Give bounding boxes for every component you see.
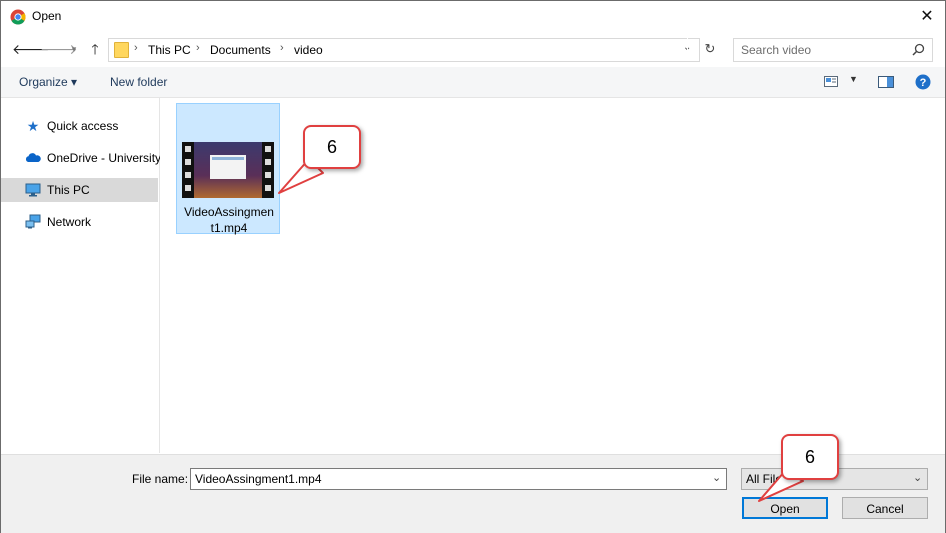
new-folder-button[interactable]: New folder	[110, 75, 167, 89]
preview-pane-icon[interactable]	[878, 76, 894, 88]
folder-icon	[114, 42, 129, 58]
breadcrumb-this-pc[interactable]: This PC	[148, 43, 191, 57]
help-icon[interactable]: ?	[915, 74, 931, 90]
sidebar-item-this-pc[interactable]: This PC	[1, 178, 158, 202]
file-name-label: VideoAssingmen t1.mp4	[184, 205, 274, 235]
search-icon[interactable]	[912, 43, 925, 56]
back-icon[interactable]: 🡐	[12, 41, 50, 57]
window-title: Open	[32, 9, 62, 23]
breadcrumb-video[interactable]: video	[294, 43, 323, 57]
step-callout-open: 6	[781, 434, 839, 480]
sidebar-item-label: Quick access	[47, 119, 119, 133]
address-bar[interactable]: › This PC › Documents › video ⌄	[108, 38, 700, 62]
recent-locations-icon[interactable]: ▾	[66, 41, 82, 57]
sidebar-item-onedrive[interactable]: OneDrive - University	[1, 146, 162, 170]
open-dialog: Open ✕ 🡐 🡒 ▾ 🡑 › This PC › Documents › v…	[0, 0, 946, 533]
file-name-dropdown-icon[interactable]: ⌄	[712, 471, 721, 484]
breadcrumb-separator: ›	[280, 42, 284, 54]
sidebar-item-quick-access[interactable]: ★ Quick access	[1, 114, 158, 138]
title-bar: Open ✕	[1, 1, 945, 33]
file-name-value: VideoAssingment1.mp4	[195, 472, 322, 486]
chevron-down-icon: ⌄	[913, 472, 923, 484]
navigation-pane: ★ Quick access OneDrive - University Thi…	[1, 98, 162, 453]
file-name-caption: File name:	[132, 472, 189, 486]
file-item[interactable]: VideoAssingmen t1.mp4	[176, 103, 280, 235]
cloud-icon	[25, 153, 41, 162]
cancel-button[interactable]: Cancel	[842, 497, 928, 519]
breadcrumb-separator: ›	[196, 42, 200, 54]
refresh-icon[interactable]: ↻	[701, 40, 719, 58]
sidebar-item-label: This PC	[47, 183, 90, 197]
organize-button[interactable]: Organize ▾	[19, 75, 77, 89]
forward-icon[interactable]: 🡒	[40, 41, 78, 57]
network-icon	[25, 214, 41, 229]
view-options-icon[interactable]: ▼	[849, 74, 858, 84]
breadcrumb-separator: ›	[134, 42, 138, 54]
command-bar: Organize ▾ New folder ▼ ?	[1, 67, 945, 98]
star-icon: ★	[26, 118, 40, 134]
sidebar-item-label: OneDrive - University	[47, 151, 162, 165]
step-callout-file: 6	[303, 125, 361, 169]
change-view-icon[interactable]	[824, 76, 838, 87]
sidebar-item-label: Network	[47, 215, 92, 229]
search-placeholder: Search video	[741, 43, 812, 57]
up-icon[interactable]: 🡑	[87, 41, 103, 57]
svg-text:?: ?	[920, 77, 927, 89]
sidebar-item-network[interactable]: Network	[1, 210, 158, 234]
close-button[interactable]: ✕	[915, 5, 939, 29]
file-name-input[interactable]: VideoAssingment1.mp4 ⌄	[190, 468, 727, 490]
video-thumbnail	[182, 142, 274, 198]
chrome-icon	[10, 9, 26, 25]
search-input[interactable]: Search video	[733, 38, 933, 62]
computer-icon	[25, 183, 41, 197]
breadcrumb-documents[interactable]: Documents	[210, 43, 271, 57]
